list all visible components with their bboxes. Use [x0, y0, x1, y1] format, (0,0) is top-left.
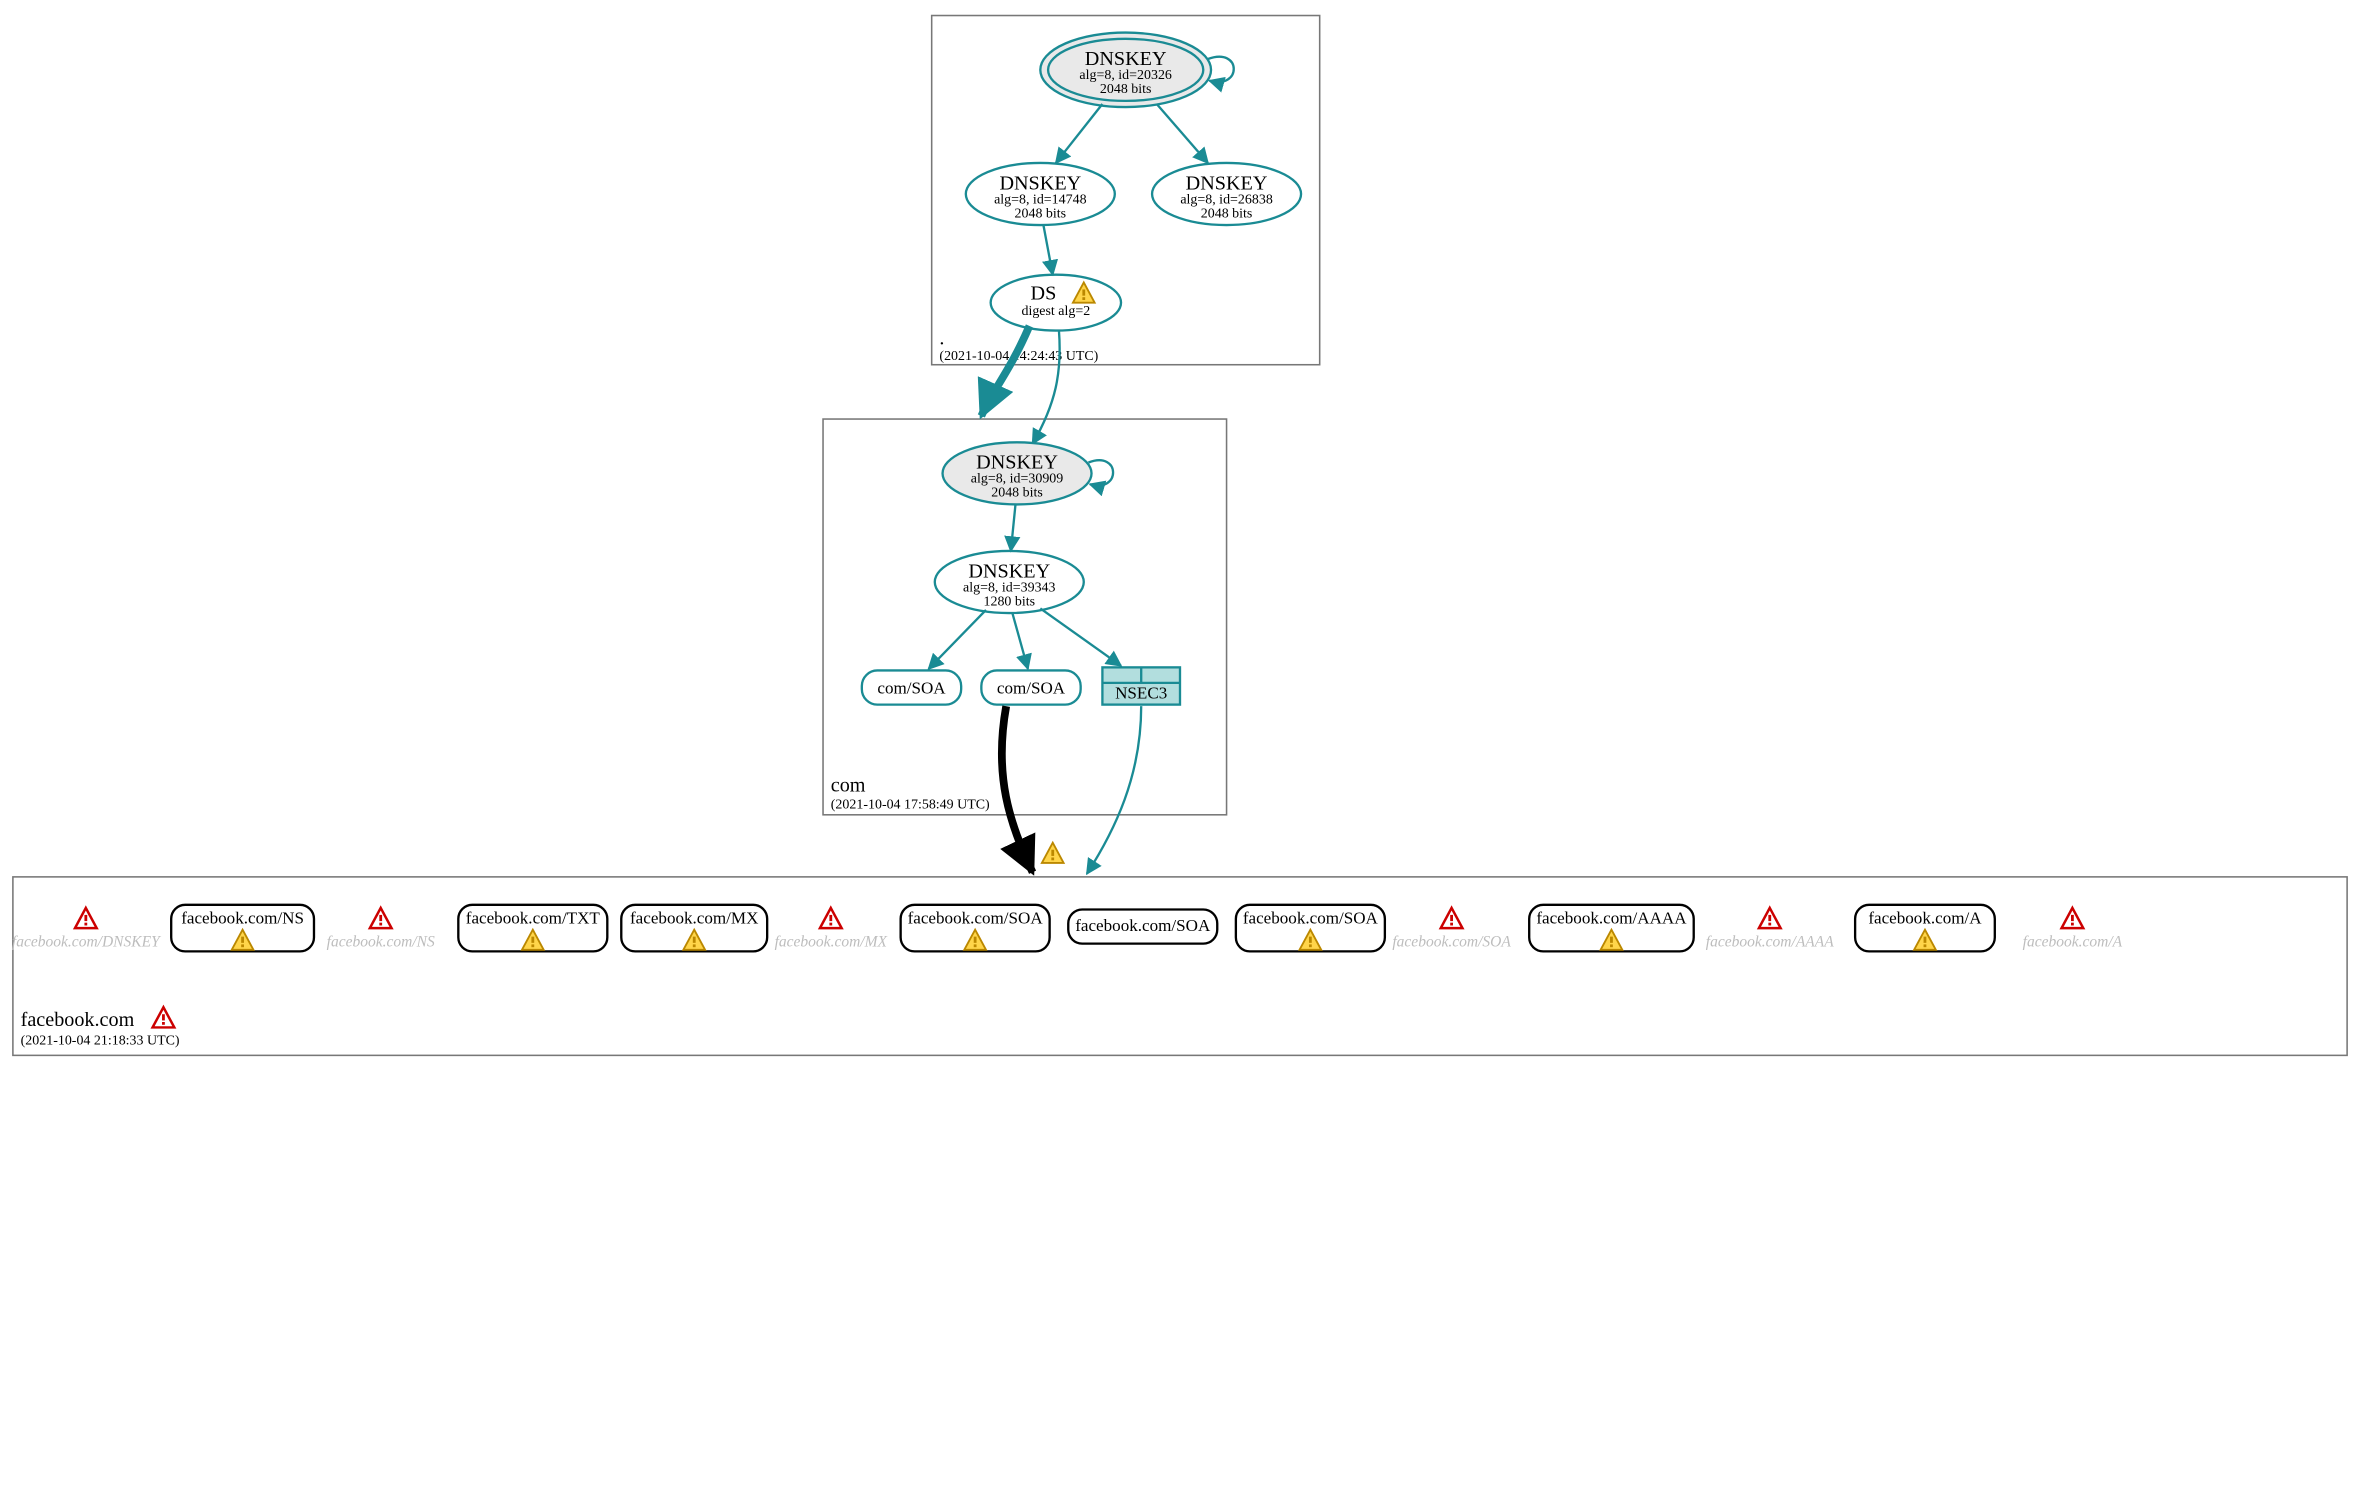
warning-icon — [1042, 843, 1064, 863]
svg-text:digest alg=2: digest alg=2 — [1021, 304, 1090, 319]
svg-text:DNSKEY: DNSKEY — [1186, 172, 1268, 194]
edge-com-to-fb-deleg — [1002, 706, 1033, 872]
zone-fb-box — [13, 877, 2347, 1055]
svg-text:facebook.com/SOA: facebook.com/SOA — [908, 908, 1044, 927]
error-icon — [153, 1007, 175, 1027]
node-root-zsk1[interactable]: DNSKEY alg=8, id=14748 2048 bits — [966, 163, 1115, 225]
svg-text:2048 bits: 2048 bits — [1015, 206, 1067, 221]
svg-text:facebook.com/AAAA: facebook.com/AAAA — [1536, 908, 1687, 927]
zone-com-timestamp: (2021-10-04 17:58:49 UTC) — [831, 798, 990, 813]
leaf-fb-a[interactable]: facebook.com/A — [1855, 905, 1995, 952]
svg-text:facebook.com/SOA: facebook.com/SOA — [1075, 916, 1211, 935]
leaf-fb-mx[interactable]: facebook.com/MX — [621, 905, 767, 952]
edge-rzsk1-ds — [1043, 225, 1052, 275]
error-icon — [75, 908, 97, 928]
node-root-ksk-l1: alg=8, id=20326 — [1079, 68, 1171, 83]
svg-text:1280 bits: 1280 bits — [983, 594, 1035, 609]
svg-text:facebook.com/TXT: facebook.com/TXT — [466, 908, 601, 927]
svg-text:alg=8, id=39343: alg=8, id=39343 — [963, 580, 1055, 595]
leaf-fb-ns-faded[interactable]: facebook.com/NS — [327, 934, 435, 951]
zone-fb-timestamp: (2021-10-04 21:18:33 UTC) — [21, 1034, 180, 1049]
node-com-soa2[interactable]: com/SOA — [981, 670, 1080, 704]
error-icon — [1759, 908, 1781, 928]
edge-comksk-comzsk — [1011, 504, 1016, 551]
error-icon — [2062, 908, 2084, 928]
leaf-fb-ns[interactable]: facebook.com/NS — [171, 905, 314, 952]
node-root-ksk-l2: 2048 bits — [1100, 82, 1152, 97]
error-icon — [820, 908, 842, 928]
svg-text:alg=8, id=30909: alg=8, id=30909 — [971, 472, 1063, 487]
node-com-nsec3[interactable]: NSEC3 — [1102, 667, 1180, 704]
zone-com-label: com — [831, 775, 866, 797]
node-root-ksk-title: DNSKEY — [1085, 48, 1167, 70]
svg-text:DNSKEY: DNSKEY — [999, 172, 1081, 194]
node-root-ksk[interactable]: DNSKEY alg=8, id=20326 2048 bits — [1040, 33, 1211, 107]
dnssec-graph: . (2021-10-04 14:24:43 UTC) DNSKEY alg=8… — [0, 0, 2360, 1507]
edge-comzsk-nsec3 — [1040, 608, 1121, 665]
error-icon — [370, 908, 392, 928]
svg-text:NSEC3: NSEC3 — [1115, 683, 1167, 702]
edge-rksk-rzsk1 — [1056, 104, 1103, 163]
leaf-fb-soa-faded[interactable]: facebook.com/SOA — [1392, 934, 1511, 951]
edge-rksk-rzsk2 — [1157, 104, 1208, 163]
svg-text:facebook.com/A: facebook.com/A — [1868, 908, 1982, 927]
edge-comzsk-soa2 — [1012, 613, 1028, 669]
leaf-fb-aaaa[interactable]: facebook.com/AAAA — [1529, 905, 1694, 952]
edge-root-to-com — [981, 326, 1029, 416]
svg-text:alg=8, id=14748: alg=8, id=14748 — [994, 192, 1086, 207]
leaf-fb-a-faded[interactable]: facebook.com/A — [2023, 934, 2123, 951]
edge-comzsk-soa1 — [929, 610, 986, 669]
leaf-fb-txt[interactable]: facebook.com/TXT — [458, 905, 607, 952]
leaf-fb-soa-3[interactable]: facebook.com/SOA — [1236, 905, 1385, 952]
svg-text:com/SOA: com/SOA — [877, 679, 946, 698]
svg-text:DNSKEY: DNSKEY — [976, 452, 1058, 474]
edge-nsec3-to-fb — [1087, 706, 1141, 874]
leaf-fb-dnskey[interactable]: facebook.com/DNSKEY — [12, 934, 162, 951]
zone-root-label: . — [939, 328, 944, 350]
leaf-fb-soa-1[interactable]: facebook.com/SOA — [901, 905, 1050, 952]
svg-text:DNSKEY: DNSKEY — [968, 560, 1050, 582]
node-root-ds[interactable]: DS digest alg=2 — [991, 275, 1121, 331]
leaf-fb-aaaa-faded[interactable]: facebook.com/AAAA — [1706, 934, 1834, 951]
error-icon — [1441, 908, 1463, 928]
node-root-zsk2[interactable]: DNSKEY alg=8, id=26838 2048 bits — [1152, 163, 1301, 225]
zone-fb-label: facebook.com — [21, 1009, 135, 1031]
node-com-ksk[interactable]: DNSKEY alg=8, id=30909 2048 bits — [943, 442, 1092, 504]
leaf-fb-mx-faded[interactable]: facebook.com/MX — [775, 934, 888, 951]
svg-text:DS: DS — [1031, 283, 1057, 305]
svg-text:alg=8, id=26838: alg=8, id=26838 — [1180, 192, 1272, 207]
edge-ds-to-comksk — [1033, 331, 1060, 444]
svg-text:2048 bits: 2048 bits — [991, 486, 1043, 501]
svg-text:facebook.com/MX: facebook.com/MX — [630, 908, 759, 927]
leaf-fb-soa-2[interactable]: facebook.com/SOA — [1068, 909, 1217, 943]
svg-text:facebook.com/NS: facebook.com/NS — [181, 908, 304, 927]
node-com-zsk[interactable]: DNSKEY alg=8, id=39343 1280 bits — [935, 551, 1084, 613]
node-com-soa1[interactable]: com/SOA — [862, 670, 961, 704]
svg-text:2048 bits: 2048 bits — [1201, 206, 1253, 221]
svg-text:facebook.com/SOA: facebook.com/SOA — [1243, 908, 1379, 927]
svg-text:com/SOA: com/SOA — [997, 679, 1066, 698]
